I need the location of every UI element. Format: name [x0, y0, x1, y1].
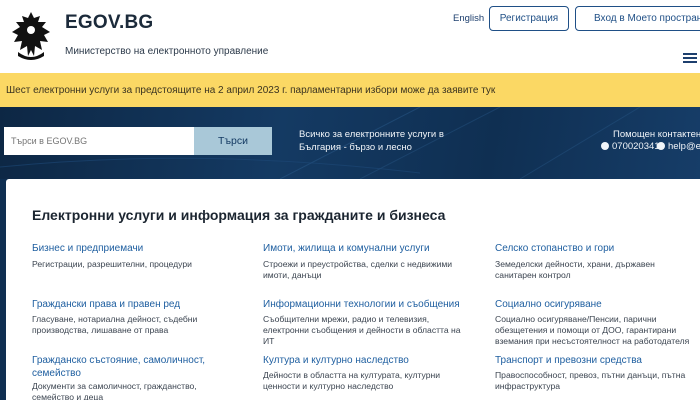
section-title: Електронни услуги и информация за гражда…: [32, 207, 446, 223]
language-link[interactable]: English: [453, 13, 484, 24]
category-social-security-desc-line1: Социално осигуряване/Пенсии, парични: [495, 314, 657, 324]
category-social-security-desc-line3: вземания при несъстоятелност на работода…: [495, 336, 690, 346]
category-transport-desc-line2: инфраструктура: [495, 381, 561, 391]
category-social-security-desc: Социално осигуряване/Пенсии, парични обез…: [495, 314, 689, 347]
site-title[interactable]: EGOV.BG: [65, 12, 153, 34]
site-header: EGOV.BG Министерство на електронното упр…: [0, 0, 700, 68]
hero-band: Търси Всичко за електронните услуги в Бъ…: [0, 107, 700, 179]
category-business[interactable]: Бизнес и предприемачи: [32, 243, 143, 254]
category-transport-desc: Правоспособност, превоз, пътни данъци, п…: [495, 370, 685, 392]
search-button[interactable]: Търси: [194, 127, 272, 155]
search-input[interactable]: [4, 127, 194, 155]
help-email-address[interactable]: help@e: [668, 141, 700, 152]
mail-icon: [657, 142, 665, 150]
category-property-desc-line2: имоти, данъци: [263, 270, 322, 280]
hero-tagline-line1: Всичко за електронните услуги в: [299, 129, 444, 140]
category-business-desc-line1: Регистрации, разрешителни, процедури: [32, 259, 192, 269]
category-civil-rights-desc: Гласуване, нотариална дейност, съдебни пр…: [32, 314, 197, 336]
hero-tagline-line2: България - бързо и лесно: [299, 142, 412, 153]
phone-icon: [601, 142, 609, 150]
category-civil-rights-desc-line2: производства, лишаване от права: [32, 325, 169, 335]
category-civil-status-title-line2[interactable]: семейство: [32, 368, 81, 379]
category-agriculture-desc: Земеделски дейности, храни, държавен сани…: [495, 259, 655, 281]
help-center-title: Помощен контактен ц: [613, 129, 700, 140]
category-culture-desc-line2: ценности и културно наследство: [263, 381, 394, 391]
category-agriculture-desc-line1: Земеделски дейности, храни, държавен: [495, 259, 655, 269]
category-agriculture-desc-line2: санитарен контрол: [495, 270, 571, 280]
category-civil-rights[interactable]: Граждански права и правен ред: [32, 299, 180, 310]
category-property[interactable]: Имоти, жилища и комунални услуги: [263, 243, 430, 254]
category-it-desc: Съобщителни мрежи, радио и телевизия, еле…: [263, 314, 461, 347]
category-culture[interactable]: Култура и културно наследство: [263, 355, 409, 366]
category-civil-status-desc-line1: Документи за самоличност, гражданство,: [32, 381, 197, 391]
help-phone-number[interactable]: 070020341: [612, 141, 660, 152]
category-transport[interactable]: Транспорт и превозни средства: [495, 355, 642, 366]
category-social-security-desc-line2: обезщетения и помощи от ДОО, гарантирани: [495, 325, 677, 335]
category-culture-desc-line1: Дейности в областта на културата, култур…: [263, 370, 441, 380]
help-phone[interactable]: 070020341: [601, 141, 660, 152]
category-it-desc-line2: електронни съобщения и дейности в област…: [263, 325, 461, 335]
register-button[interactable]: Регистрация: [489, 6, 569, 31]
site-subtitle: Министерство на електронното управление: [65, 46, 269, 57]
alert-banner[interactable]: Шест електронни услуги за предстоящите н…: [0, 73, 700, 107]
category-culture-desc: Дейности в областта на културата, култур…: [263, 370, 440, 392]
category-it-desc-line3: ИТ: [263, 336, 275, 346]
category-business-desc: Регистрации, разрешителни, процедури: [32, 259, 192, 270]
hamburger-menu-icon[interactable]: [683, 53, 697, 63]
category-it-desc-line1: Съобщителни мрежи, радио и телевизия,: [263, 314, 430, 324]
category-civil-status-desc-line2: семейство и деца: [32, 392, 104, 400]
category-social-security[interactable]: Социално осигуряване: [495, 299, 602, 310]
category-property-desc-line1: Строежи и преустройства, сделки с недвиж…: [263, 259, 453, 269]
category-property-desc: Строежи и преустройства, сделки с недвиж…: [263, 259, 452, 281]
help-email[interactable]: help@e: [657, 141, 700, 152]
alert-text[interactable]: Шест електронни услуги за предстоящите н…: [6, 85, 495, 96]
category-civil-status-desc: Документи за самоличност, гражданство, се…: [32, 381, 197, 400]
category-agriculture[interactable]: Селско стопанство и гори: [495, 243, 614, 254]
login-button[interactable]: Вход в Моето пространство: [575, 6, 700, 31]
category-it[interactable]: Информационни технологии и съобщения: [263, 299, 460, 310]
category-transport-desc-line1: Правоспособност, превоз, пътни данъци, п…: [495, 370, 686, 380]
coat-of-arms-lion-icon[interactable]: [4, 8, 58, 64]
category-civil-status[interactable]: Гражданско състояние, самоличност,: [32, 355, 205, 366]
category-civil-rights-desc-line1: Гласуване, нотариална дейност, съдебни: [32, 314, 198, 324]
